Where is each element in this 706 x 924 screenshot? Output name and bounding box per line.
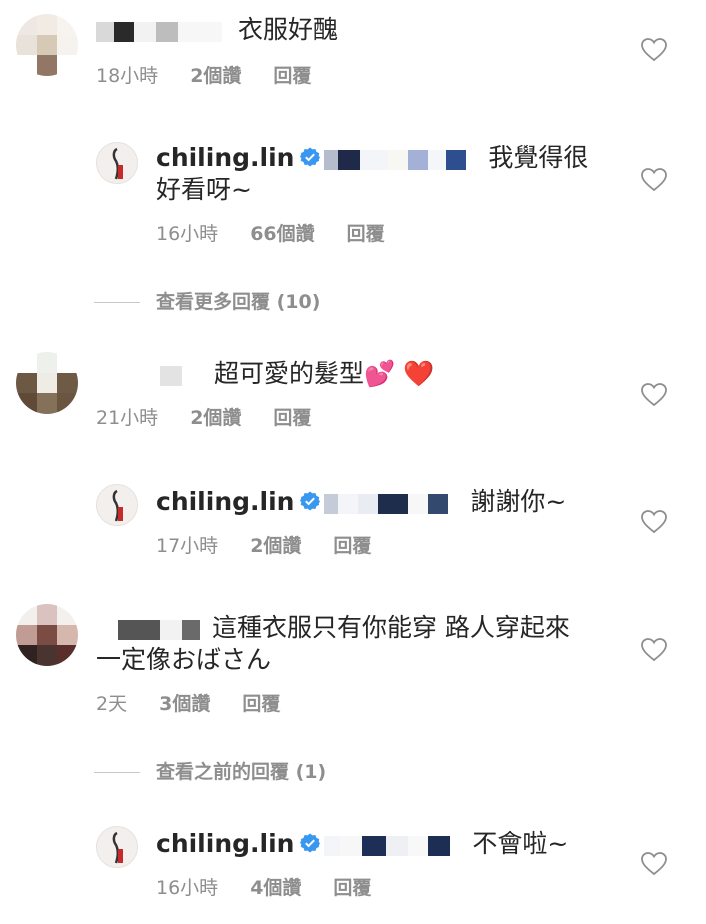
avatar-image bbox=[97, 827, 137, 867]
comment-time: 17小時 bbox=[156, 535, 219, 557]
view-previous-replies-button[interactable]: 查看之前的回覆 (1) bbox=[94, 760, 326, 784]
divider-dash bbox=[94, 772, 140, 773]
heart-outline-icon[interactable] bbox=[641, 38, 667, 62]
comment-meta: 2天 3個讚 回覆 bbox=[96, 692, 280, 716]
avatar[interactable] bbox=[96, 142, 138, 184]
comment-body-line2: 好看呀~ bbox=[156, 175, 252, 204]
username[interactable]: chiling.lin bbox=[156, 829, 294, 858]
likes-count[interactable]: 3個讚 bbox=[159, 693, 210, 715]
heart-outline-icon[interactable] bbox=[641, 168, 667, 192]
username-censored[interactable] bbox=[96, 15, 222, 47]
avatar[interactable] bbox=[96, 826, 138, 868]
likes-count[interactable]: 66個讚 bbox=[250, 223, 314, 245]
comment-meta: 16小時 4個讚 回覆 bbox=[156, 876, 371, 900]
avatar[interactable] bbox=[16, 14, 78, 76]
view-previous-label: 查看之前的回覆 (1) bbox=[156, 761, 327, 783]
heart-outline-icon[interactable] bbox=[641, 383, 667, 407]
reply-button[interactable]: 回覆 bbox=[333, 877, 371, 899]
comment-body: 超可愛的髮型💕 ❤️ bbox=[213, 359, 435, 388]
comment-meta: 18小時 2個讚 回覆 bbox=[96, 64, 311, 88]
view-more-replies-button[interactable]: 查看更多回覆 (10) bbox=[94, 290, 320, 314]
comment-text: chiling.lin 謝謝你~ bbox=[156, 486, 566, 519]
reply-button[interactable]: 回覆 bbox=[273, 65, 311, 87]
comment-text: 衣服好醜 bbox=[96, 14, 338, 47]
avatar-image bbox=[97, 143, 137, 183]
avatar-image bbox=[97, 485, 137, 525]
comment-time: 16小時 bbox=[156, 223, 219, 245]
comment-text: 這種衣服只有你能穿 路人穿起來 bbox=[118, 612, 570, 645]
likes-count[interactable]: 4個讚 bbox=[250, 877, 301, 899]
comment-text: chiling.lin 不會啦~ bbox=[156, 828, 568, 861]
comment-meta: 21小時 2個讚 回覆 bbox=[96, 406, 311, 430]
heart-outline-icon[interactable] bbox=[641, 638, 667, 662]
comment-body: 衣服好醜 bbox=[237, 15, 338, 44]
username[interactable]: chiling.lin bbox=[156, 487, 294, 516]
comment-time: 21小時 bbox=[96, 407, 159, 429]
comment-body-line1: 我覺得很 bbox=[488, 143, 589, 172]
avatar[interactable] bbox=[16, 352, 78, 414]
reply-button[interactable]: 回覆 bbox=[242, 693, 280, 715]
verified-badge-icon bbox=[300, 491, 321, 511]
comment-text: 超可愛的髮型💕 ❤️ bbox=[160, 358, 434, 391]
username[interactable]: chiling.lin bbox=[156, 143, 294, 172]
comment-text: chiling.lin 我覺得很 bbox=[156, 142, 588, 175]
likes-count[interactable]: 2個讚 bbox=[190, 65, 241, 87]
username-censored[interactable] bbox=[118, 613, 200, 645]
heart-outline-icon[interactable] bbox=[641, 510, 667, 534]
mention-censored[interactable] bbox=[324, 829, 451, 861]
likes-count[interactable]: 2個讚 bbox=[250, 535, 301, 557]
reply-button[interactable]: 回覆 bbox=[273, 407, 311, 429]
comment-body-line1: 這種衣服只有你能穿 路人穿起來 bbox=[211, 613, 570, 642]
mention-censored[interactable] bbox=[324, 487, 449, 519]
comment-time: 2天 bbox=[96, 693, 128, 715]
view-more-label: 查看更多回覆 (10) bbox=[156, 291, 321, 313]
likes-count[interactable]: 2個讚 bbox=[190, 407, 241, 429]
comment-meta: 16小時 66個讚 回覆 bbox=[156, 222, 385, 246]
avatar[interactable] bbox=[16, 604, 78, 666]
comment-time: 16小時 bbox=[156, 877, 219, 899]
comment-body: 不會啦~ bbox=[472, 829, 569, 858]
heart-outline-icon[interactable] bbox=[641, 852, 667, 876]
username-censored[interactable] bbox=[160, 359, 202, 391]
verified-badge-icon bbox=[300, 833, 321, 853]
divider-dash bbox=[94, 302, 140, 303]
comment-body: 謝謝你~ bbox=[470, 487, 567, 516]
reply-button[interactable]: 回覆 bbox=[333, 535, 371, 557]
verified-badge-icon bbox=[300, 147, 321, 167]
reply-button[interactable]: 回覆 bbox=[347, 223, 385, 245]
avatar[interactable] bbox=[96, 484, 138, 526]
comment-meta: 17小時 2個讚 回覆 bbox=[156, 534, 371, 558]
comment-body-line2: 一定像おばさん bbox=[96, 645, 272, 674]
comment-time: 18小時 bbox=[96, 65, 159, 87]
mention-censored[interactable] bbox=[324, 143, 467, 175]
